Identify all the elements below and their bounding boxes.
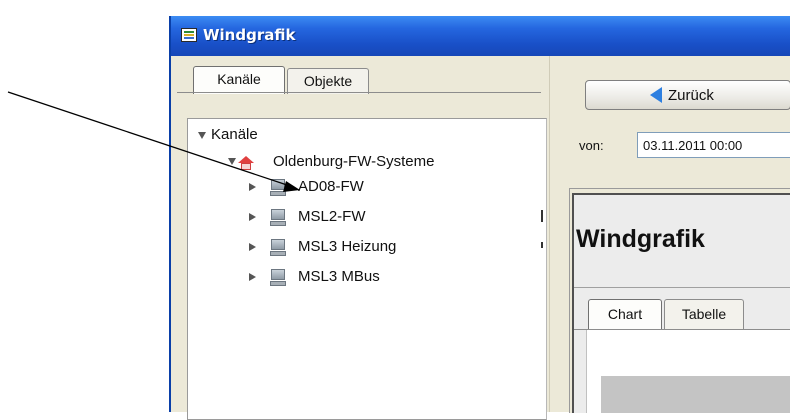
tree-marker — [541, 242, 543, 248]
window-title: Windgrafik — [203, 26, 296, 44]
computer-icon — [270, 209, 286, 227]
tree-root-kanaele[interactable]: Kanäle — [211, 126, 258, 143]
left-panel: Kanäle Objekte Kanäle Oldenburg-FW-Syste… — [171, 56, 549, 420]
content-frame: Windgrafik Chart Tabelle — [569, 188, 790, 413]
expand-toggle-icon[interactable] — [249, 213, 256, 221]
content-heading: Windgrafik — [576, 225, 705, 253]
tab-objekte[interactable]: Objekte — [287, 68, 369, 94]
tab-kanaele[interactable]: Kanäle — [193, 66, 285, 94]
back-arrow-icon — [650, 87, 662, 103]
tree-item-msl3-mbus[interactable]: MSL3 MBus — [298, 268, 380, 285]
house-icon — [238, 156, 254, 170]
tab-tabelle[interactable]: Tabelle — [664, 299, 744, 329]
app-window-icon — [181, 28, 197, 42]
divider — [574, 287, 790, 288]
title-bar[interactable]: Windgrafik — [171, 16, 790, 56]
tab-chart[interactable]: Chart — [588, 299, 662, 329]
channel-tree[interactable]: Kanäle Oldenburg-FW-Systeme AD08-FW MSL2… — [187, 118, 547, 420]
expand-toggle-icon[interactable] — [249, 243, 256, 251]
tree-item-msl2-fw[interactable]: MSL2-FW — [298, 208, 366, 225]
back-button-label: Zurück — [668, 87, 714, 104]
expand-toggle-icon[interactable] — [198, 132, 206, 139]
right-panel: Zurück von: 03.11.2011 00:00 Windgrafik … — [563, 56, 790, 413]
tree-group-oldenburg[interactable]: Oldenburg-FW-Systeme — [273, 153, 434, 170]
tree-marker — [541, 210, 543, 222]
computer-icon — [270, 269, 286, 287]
tree-item-msl3-heizung[interactable]: MSL3 Heizung — [298, 238, 396, 255]
content-panel: Windgrafik Chart Tabelle — [572, 193, 790, 413]
chart-canvas — [601, 376, 790, 413]
expand-toggle-icon[interactable] — [249, 183, 256, 191]
tree-item-ad08-fw[interactable]: AD08-FW — [298, 178, 364, 195]
from-date-input[interactable]: 03.11.2011 00:00 — [637, 132, 790, 158]
computer-icon — [270, 239, 286, 257]
tab-strip-underline — [177, 92, 541, 93]
computer-icon — [270, 179, 286, 197]
from-label: von: — [579, 138, 604, 153]
application-window: Windgrafik Kanäle Objekte Kanäle Oldenbu… — [169, 16, 790, 420]
expand-toggle-icon[interactable] — [228, 158, 236, 165]
expand-toggle-icon[interactable] — [249, 273, 256, 281]
back-button[interactable]: Zurück — [585, 80, 790, 110]
chart-area — [586, 330, 790, 413]
